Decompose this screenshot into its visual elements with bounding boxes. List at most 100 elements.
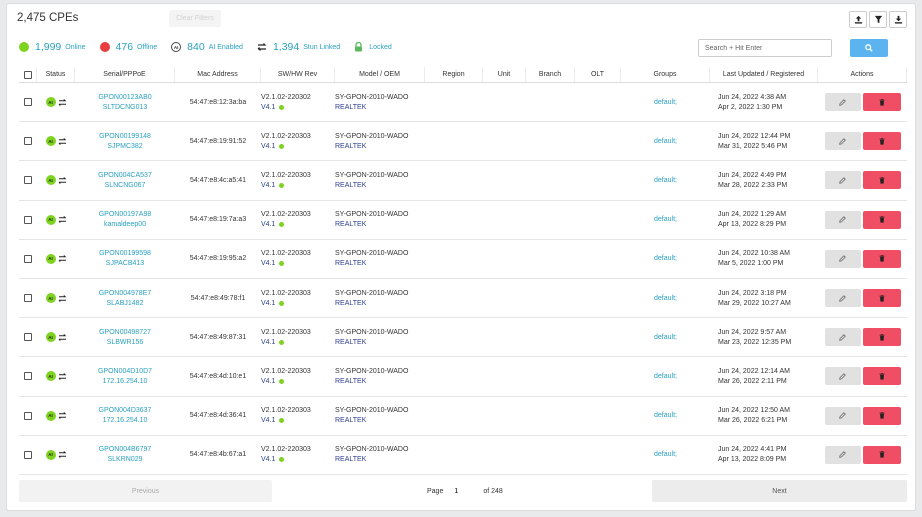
edit-button[interactable]	[824, 249, 861, 268]
serial-link[interactable]: GPON00199148	[99, 133, 151, 140]
table-row[interactable]: AI GPON004D3637 172.16.254.10 54:47:e8:4…	[19, 397, 907, 436]
group-link[interactable]: default;	[654, 216, 677, 223]
upload-button[interactable]	[849, 11, 867, 28]
pppoe-link[interactable]: SJPMC382	[107, 143, 142, 150]
row-checkbox[interactable]	[24, 98, 32, 107]
group-link[interactable]: default;	[654, 255, 677, 262]
serial-link[interactable]: GPON004CA537	[98, 172, 152, 179]
page-number-input[interactable]	[451, 484, 478, 498]
hw-version-wrap: V4.1	[261, 300, 285, 307]
pppoe-link[interactable]: SJPACB413	[106, 260, 144, 267]
col-unit[interactable]: Unit	[483, 67, 526, 82]
locked-stat[interactable]: Locked	[354, 42, 392, 52]
col-status[interactable]: Status	[37, 67, 75, 82]
serial-link[interactable]: GPON00498727	[99, 329, 151, 336]
row-checkbox[interactable]	[24, 333, 32, 342]
ai-enabled-stat[interactable]: AI 840 AI Enabled	[171, 41, 243, 53]
pppoe-link[interactable]: kamaldeep00	[104, 221, 146, 228]
delete-button[interactable]	[862, 93, 901, 112]
col-mac[interactable]: Mac Address	[175, 67, 261, 82]
edit-button[interactable]	[824, 289, 861, 308]
edit-icon	[839, 98, 846, 106]
serial-link[interactable]: GPON00197A98	[99, 211, 152, 218]
stun-linked-stat[interactable]: 1,394 Stun Linked	[257, 41, 340, 53]
table-row[interactable]: AI GPON004D10D7 172.16.254.10 54:47:e8:4…	[19, 357, 907, 397]
delete-button[interactable]	[862, 445, 901, 464]
table-row[interactable]: AI GPON00498727 SLBWR156 54:47:e8:49:87:…	[19, 318, 907, 358]
delete-button[interactable]	[862, 289, 901, 308]
table-row[interactable]: AI GPON00197A98 kamaldeep00 54:47:e8:19:…	[19, 201, 907, 240]
serial-link[interactable]: GPON00123AB0	[98, 94, 151, 101]
col-branch[interactable]: Branch	[526, 67, 575, 82]
online-stat[interactable]: 1,999 Online	[19, 41, 86, 53]
edit-button[interactable]	[824, 210, 861, 229]
table-row[interactable]: AI GPON00199148 SJPMC382 54:47:e8:19:91:…	[19, 122, 907, 162]
group-link[interactable]: default;	[654, 334, 677, 341]
delete-button[interactable]	[862, 367, 901, 386]
group-link[interactable]: default;	[654, 99, 677, 106]
pppoe-link[interactable]: 172.16.254.10	[103, 417, 148, 424]
col-groups[interactable]: Groups	[621, 67, 710, 82]
online-dot-icon	[279, 182, 285, 188]
edit-button[interactable]	[824, 93, 861, 112]
pppoe-link[interactable]: SLTDCNG013	[103, 104, 148, 111]
table-row[interactable]: AI GPON004CA537 SLNCNG067 54:47:e8:4c:a5…	[19, 161, 907, 201]
edit-button[interactable]	[824, 367, 861, 386]
group-link[interactable]: default;	[654, 138, 677, 145]
serial-link[interactable]: GPON004B6797	[99, 446, 152, 453]
delete-button[interactable]	[862, 171, 901, 190]
select-all-checkbox[interactable]	[23, 70, 32, 79]
edit-button[interactable]	[824, 406, 861, 425]
delete-button[interactable]	[862, 406, 901, 425]
next-button[interactable]: Next	[652, 480, 907, 502]
edit-button[interactable]	[824, 171, 861, 190]
col-sw-hw[interactable]: SW/HW Rev	[261, 67, 335, 82]
table-row[interactable]: AI GPON00123AB0 SLTDCNG013 54:47:e8:12:3…	[19, 83, 907, 123]
row-checkbox[interactable]	[24, 450, 32, 459]
edit-button[interactable]	[824, 132, 861, 151]
row-checkbox[interactable]	[24, 137, 32, 146]
group-link[interactable]: default;	[654, 412, 677, 419]
pppoe-link[interactable]: SLKRN029	[107, 456, 142, 463]
download-button[interactable]	[889, 11, 907, 28]
serial-link[interactable]: GPON004D10D7	[98, 368, 152, 375]
row-checkbox[interactable]	[24, 176, 32, 185]
search-input[interactable]	[698, 39, 832, 57]
row-checkbox[interactable]	[24, 254, 32, 263]
group-link[interactable]: default;	[654, 451, 677, 458]
branch-cell	[526, 122, 575, 160]
offline-stat[interactable]: 476 Offline	[99, 41, 157, 53]
edit-button[interactable]	[824, 328, 861, 347]
serial-link[interactable]: GPON004D3637	[99, 407, 152, 414]
row-checkbox[interactable]	[24, 215, 32, 224]
col-model[interactable]: Model / OEM	[335, 67, 425, 82]
delete-button[interactable]	[862, 328, 901, 347]
edit-button[interactable]	[824, 445, 861, 464]
group-link[interactable]: default;	[654, 295, 677, 302]
pppoe-link[interactable]: 172.16.254.10	[103, 378, 148, 385]
group-link[interactable]: default;	[654, 177, 677, 184]
clear-filters-button[interactable]: Clear Filters	[169, 10, 221, 27]
search-button[interactable]	[850, 39, 888, 57]
col-region[interactable]: Region	[425, 67, 483, 82]
group-link[interactable]: default;	[654, 373, 677, 380]
pppoe-link[interactable]: SLBWR156	[107, 339, 144, 346]
row-checkbox[interactable]	[24, 372, 32, 381]
delete-button[interactable]	[862, 132, 901, 151]
pppoe-link[interactable]: SLABJ1482	[107, 300, 144, 307]
delete-button[interactable]	[862, 210, 901, 229]
delete-button[interactable]	[862, 249, 901, 268]
serial-link[interactable]: GPON00199598	[99, 250, 151, 257]
filter-button[interactable]	[869, 11, 887, 28]
table-row[interactable]: AI GPON00199598 SJPACB413 54:47:e8:19:95…	[19, 240, 907, 279]
table-row[interactable]: AI GPON004978E7 SLABJ1482 54:47:e8:49:78…	[19, 279, 907, 319]
previous-button[interactable]: Previous	[19, 480, 272, 502]
pppoe-link[interactable]: SLNCNG067	[105, 182, 146, 189]
col-serial[interactable]: Serial/PPPoE	[75, 67, 175, 82]
serial-link[interactable]: GPON004978E7	[99, 290, 152, 297]
table-row[interactable]: AI GPON004B6797 SLKRN029 54:47:e8:4b:67:…	[19, 436, 907, 475]
col-updated[interactable]: Last Updated / Registered	[710, 67, 818, 82]
row-checkbox[interactable]	[24, 294, 32, 303]
row-checkbox[interactable]	[24, 411, 32, 420]
col-olt[interactable]: OLT	[575, 67, 621, 82]
